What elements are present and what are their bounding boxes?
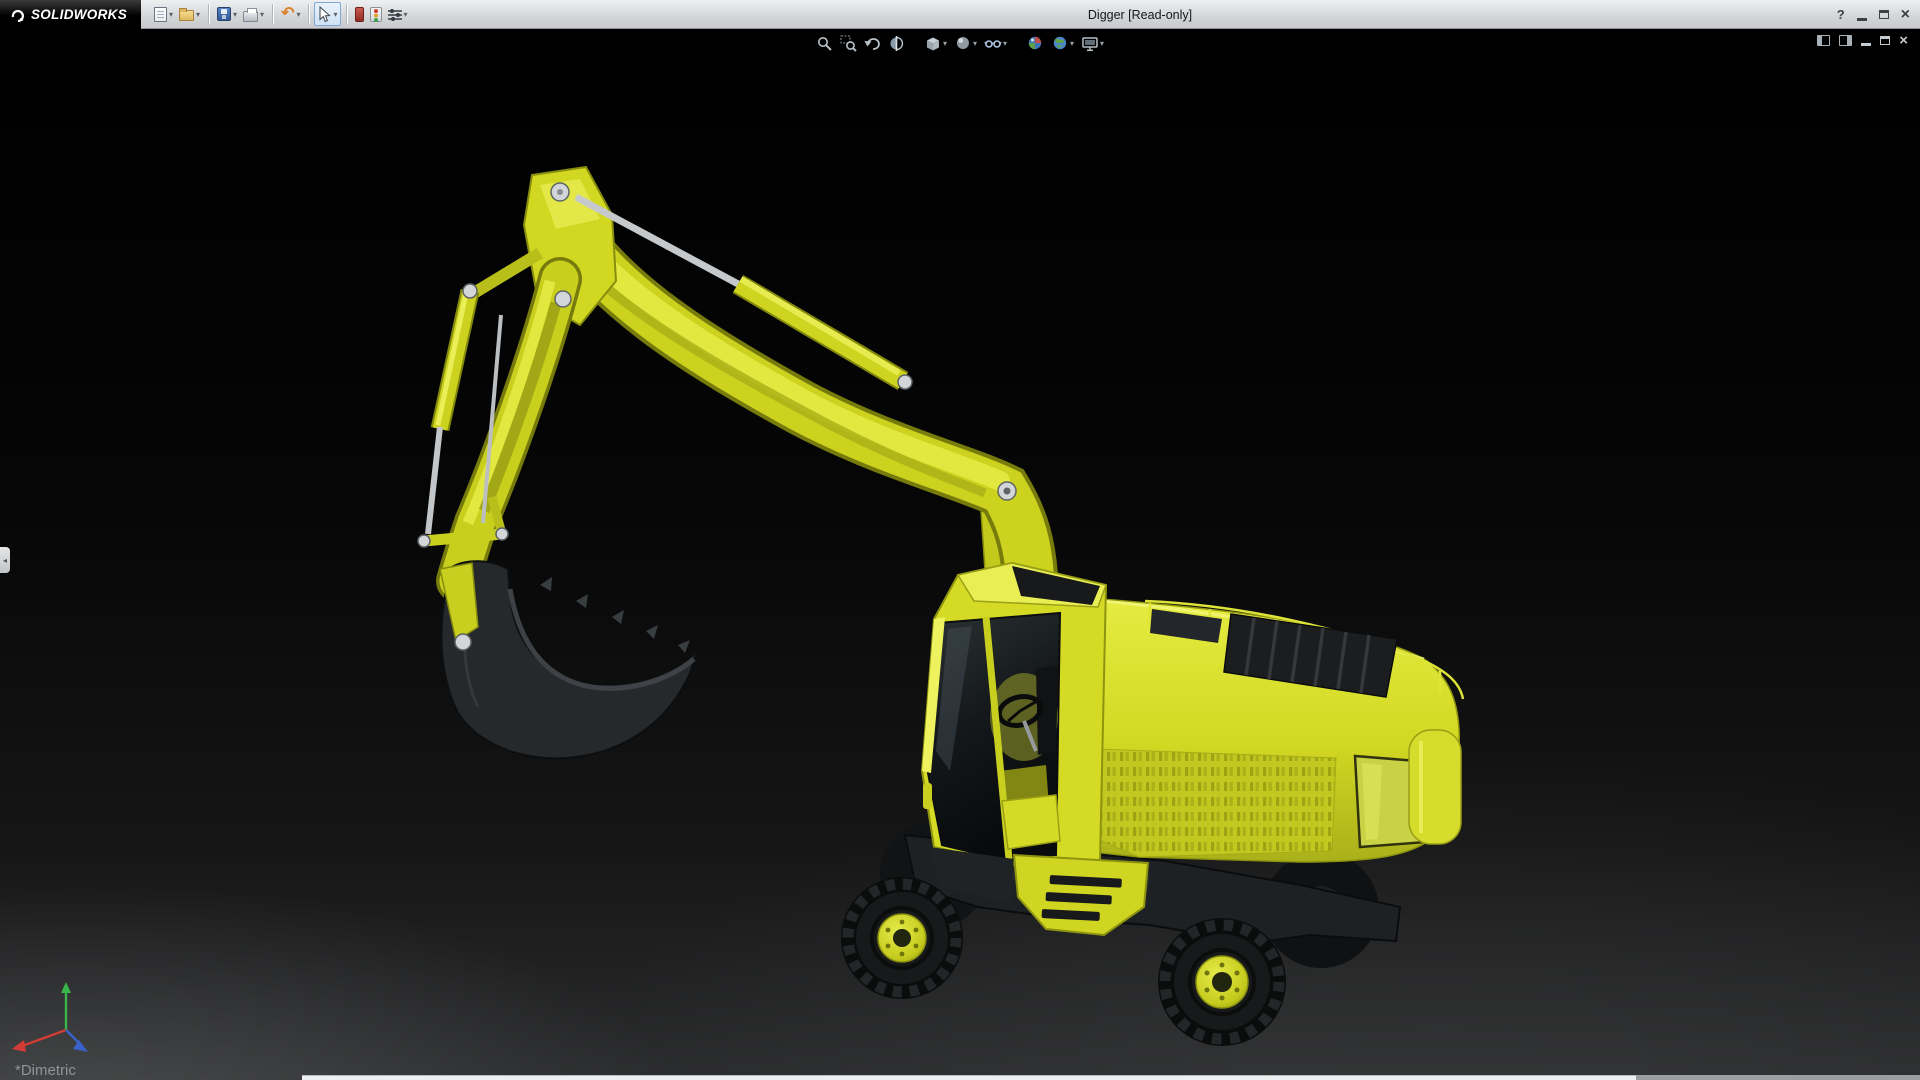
view-orientation-button[interactable]: ▾ <box>922 33 949 53</box>
doc-restore-button[interactable] <box>1880 36 1891 45</box>
status-bar-strip-right <box>1636 1075 1920 1080</box>
edit-appearance-icon <box>1028 36 1042 50</box>
open-button[interactable]: ▾ <box>176 2 203 26</box>
bucket-teeth <box>540 577 690 653</box>
view-orientation-icon <box>926 37 939 51</box>
feature-panel-collapse-handle[interactable]: ◂ <box>0 547 10 573</box>
zoom-to-area-button[interactable] <box>838 34 859 53</box>
zoom-to-fit-button[interactable] <box>814 34 835 53</box>
chevron-down-icon[interactable]: ▾ <box>404 10 408 19</box>
toolbar-separator <box>208 4 210 24</box>
chevron-down-icon[interactable]: ▾ <box>1003 39 1007 48</box>
view-settings-icon <box>1082 36 1098 51</box>
chevron-down-icon[interactable]: ▾ <box>943 39 947 48</box>
select-cursor-icon <box>319 5 332 22</box>
edit-appearance-button[interactable] <box>1024 33 1046 53</box>
display-style-button[interactable]: ▾ <box>952 33 979 53</box>
cab[interactable] <box>920 561 1108 867</box>
save-button[interactable]: ▾ <box>214 2 240 26</box>
chevron-down-icon[interactable]: ▾ <box>233 10 237 19</box>
hide-show-items-icon <box>984 39 1002 48</box>
z-axis-arrow-icon <box>73 1040 88 1052</box>
rear-wheel[interactable] <box>1158 918 1286 1046</box>
restore-button[interactable] <box>1878 10 1889 19</box>
rebuild-button[interactable] <box>367 2 385 26</box>
doc-restore-icon <box>1880 36 1891 45</box>
toolbar-separator <box>272 4 274 24</box>
solidworks-xpert-icon <box>354 6 364 22</box>
window-title: Digger [Read-only] <box>1087 7 1193 22</box>
titlebar: SOLIDWORKS ▾ ▾ ▾ ▾ ↶ ▾ ▾ ▾ Digger [Read-… <box>0 0 1920 29</box>
new-document-icon <box>154 6 167 22</box>
chevron-down-icon[interactable]: ▾ <box>1100 39 1104 48</box>
front-fender-steps[interactable] <box>930 847 1150 937</box>
chevron-down-icon[interactable]: ▾ <box>260 10 264 19</box>
save-icon <box>217 7 232 21</box>
section-view-button[interactable] <box>886 34 907 53</box>
doc-minimize-button[interactable] <box>1861 35 1872 46</box>
print-button[interactable]: ▾ <box>240 2 267 26</box>
boom-arm[interactable] <box>423 165 1058 605</box>
display-style-icon <box>956 37 969 49</box>
options-button[interactable]: ▾ <box>385 2 411 26</box>
restore-icon <box>1878 10 1889 19</box>
rebuild-icon <box>369 6 382 22</box>
help-button[interactable]: ? <box>1837 7 1845 22</box>
undo-button[interactable]: ↶ ▾ <box>278 2 303 26</box>
orientation-triad[interactable] <box>4 980 116 1068</box>
close-button[interactable]: × <box>1901 6 1910 23</box>
x-axis-arrow-icon <box>12 1040 26 1052</box>
front-wheel[interactable] <box>841 877 963 999</box>
view-settings-button[interactable]: ▾ <box>1079 34 1106 53</box>
brand-text: SOLIDWORKS <box>31 6 127 22</box>
right-pane-icon <box>1839 35 1853 46</box>
chevron-down-icon[interactable]: ▾ <box>333 10 337 19</box>
view-orientation-label: *Dimetric <box>15 1062 76 1079</box>
minimize-icon <box>1856 17 1867 21</box>
toolbar-separator <box>345 4 347 24</box>
solidworks-xpert-button[interactable] <box>352 2 367 26</box>
document-window-controls: × <box>1817 33 1908 48</box>
section-view-icon <box>890 35 904 51</box>
print-icon <box>243 7 259 22</box>
side-grille <box>1096 748 1337 858</box>
apply-scene-button[interactable]: ▾ <box>1049 33 1076 53</box>
undo-icon: ↶ <box>281 5 295 22</box>
toolbar-separator <box>308 4 310 24</box>
graphics-viewport[interactable]: ▾ ▾ ▾ ▾ ▾ × ◂ *Dimetric <box>0 29 1920 1080</box>
left-pane-button[interactable] <box>1817 35 1831 46</box>
previous-view-button[interactable] <box>862 34 883 53</box>
new-document-button[interactable]: ▾ <box>151 2 176 26</box>
main-toolbar: ▾ ▾ ▾ ▾ ↶ ▾ ▾ ▾ <box>151 2 411 26</box>
apply-scene-icon <box>1053 36 1067 50</box>
options-icon <box>387 8 402 21</box>
open-icon <box>179 8 195 21</box>
chevron-down-icon[interactable]: ▾ <box>196 10 200 19</box>
chevron-down-icon[interactable]: ▾ <box>1070 39 1074 48</box>
chevron-down-icon[interactable]: ▾ <box>973 39 977 48</box>
zoom-to-fit-icon <box>817 36 832 51</box>
doc-close-button[interactable]: × <box>1899 33 1908 48</box>
heads-up-view-toolbar: ▾ ▾ ▾ ▾ ▾ <box>814 33 1106 53</box>
right-pane-button[interactable] <box>1839 35 1853 46</box>
minimize-button[interactable] <box>1856 9 1867 21</box>
status-bar-strip <box>302 1075 1636 1080</box>
dassault-3ds-logo-icon <box>11 9 24 22</box>
left-pane-icon <box>1817 35 1831 46</box>
chevron-down-icon[interactable]: ▾ <box>169 10 173 19</box>
hide-show-items-button[interactable]: ▾ <box>982 34 1009 53</box>
upper-body[interactable] <box>1074 596 1465 863</box>
bucket[interactable] <box>439 560 698 760</box>
side-mirror <box>923 783 932 809</box>
previous-view-icon <box>864 37 880 50</box>
select-button[interactable]: ▾ <box>314 2 341 26</box>
zoom-to-area-icon <box>840 35 857 52</box>
solidworks-brand: SOLIDWORKS <box>0 0 141 29</box>
digger-3d-model[interactable] <box>0 29 1920 1080</box>
rear-tank <box>1408 729 1462 845</box>
doc-minimize-icon <box>1861 43 1872 46</box>
window-controls: ? × <box>1837 0 1910 29</box>
chevron-down-icon[interactable]: ▾ <box>296 10 300 19</box>
y-axis-arrow-icon <box>61 982 71 993</box>
